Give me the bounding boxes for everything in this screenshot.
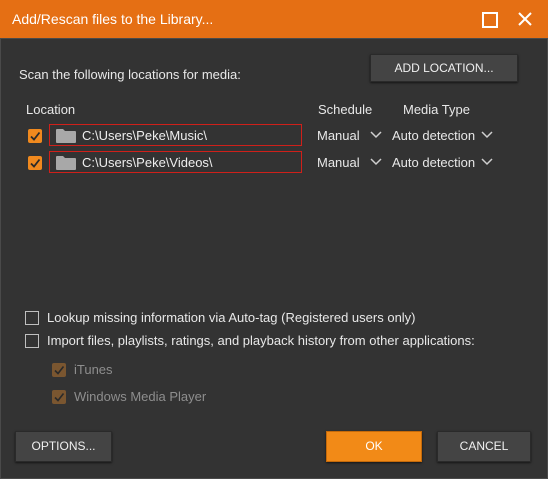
chevron-down-icon[interactable] [481, 158, 493, 166]
location-checkbox[interactable] [28, 129, 42, 143]
media-type-value[interactable]: Auto detection [392, 155, 475, 170]
location-path-field[interactable]: C:\Users\Peke\Videos\ [49, 151, 302, 173]
location-path-field[interactable]: C:\Users\Peke\Music\ [49, 124, 302, 146]
checkmark-icon [54, 393, 65, 402]
add-location-button[interactable]: ADD LOCATION... [370, 54, 518, 82]
location-row: C:\Users\Peke\Videos\ Manual Auto detect… [0, 150, 548, 176]
import-label: Import files, playlists, ratings, and pl… [47, 333, 475, 348]
checkmark-icon [54, 366, 65, 375]
wmp-checkbox [52, 390, 66, 404]
chevron-down-icon[interactable] [370, 131, 382, 139]
maximize-icon [482, 12, 498, 28]
itunes-label: iTunes [74, 362, 113, 377]
window-title: Add/Rescan files to the Library... [12, 11, 214, 27]
chevron-down-icon[interactable] [370, 158, 382, 166]
location-path: C:\Users\Peke\Music\ [82, 128, 207, 143]
location-path: C:\Users\Peke\Videos\ [82, 155, 213, 170]
ok-button[interactable]: OK [326, 431, 422, 462]
folder-icon [56, 156, 76, 170]
title-bar: Add/Rescan files to the Library... [0, 0, 548, 38]
autotag-label: Lookup missing information via Auto-tag … [47, 310, 416, 325]
location-row: C:\Users\Peke\Music\ Manual Auto detecti… [0, 123, 548, 149]
column-header-schedule[interactable]: Schedule [318, 102, 372, 117]
column-header-media-type[interactable]: Media Type [403, 102, 470, 117]
schedule-value[interactable]: Manual [317, 155, 360, 170]
scan-locations-label: Scan the following locations for media: [19, 67, 241, 82]
column-header-location[interactable]: Location [26, 102, 75, 117]
checkmark-icon [30, 131, 41, 141]
chevron-down-icon[interactable] [481, 131, 493, 139]
schedule-value[interactable]: Manual [317, 128, 360, 143]
wmp-label: Windows Media Player [74, 389, 207, 404]
itunes-checkbox [52, 363, 66, 377]
cancel-button[interactable]: CANCEL [437, 431, 531, 462]
maximize-button[interactable] [476, 6, 502, 32]
close-icon [518, 12, 532, 26]
location-checkbox[interactable] [28, 156, 42, 170]
autotag-checkbox[interactable] [25, 311, 39, 325]
options-button[interactable]: OPTIONS... [15, 431, 112, 462]
checkmark-icon [30, 158, 41, 168]
folder-icon [56, 129, 76, 143]
import-checkbox[interactable] [25, 334, 39, 348]
close-button[interactable] [512, 6, 538, 32]
media-type-value[interactable]: Auto detection [392, 128, 475, 143]
